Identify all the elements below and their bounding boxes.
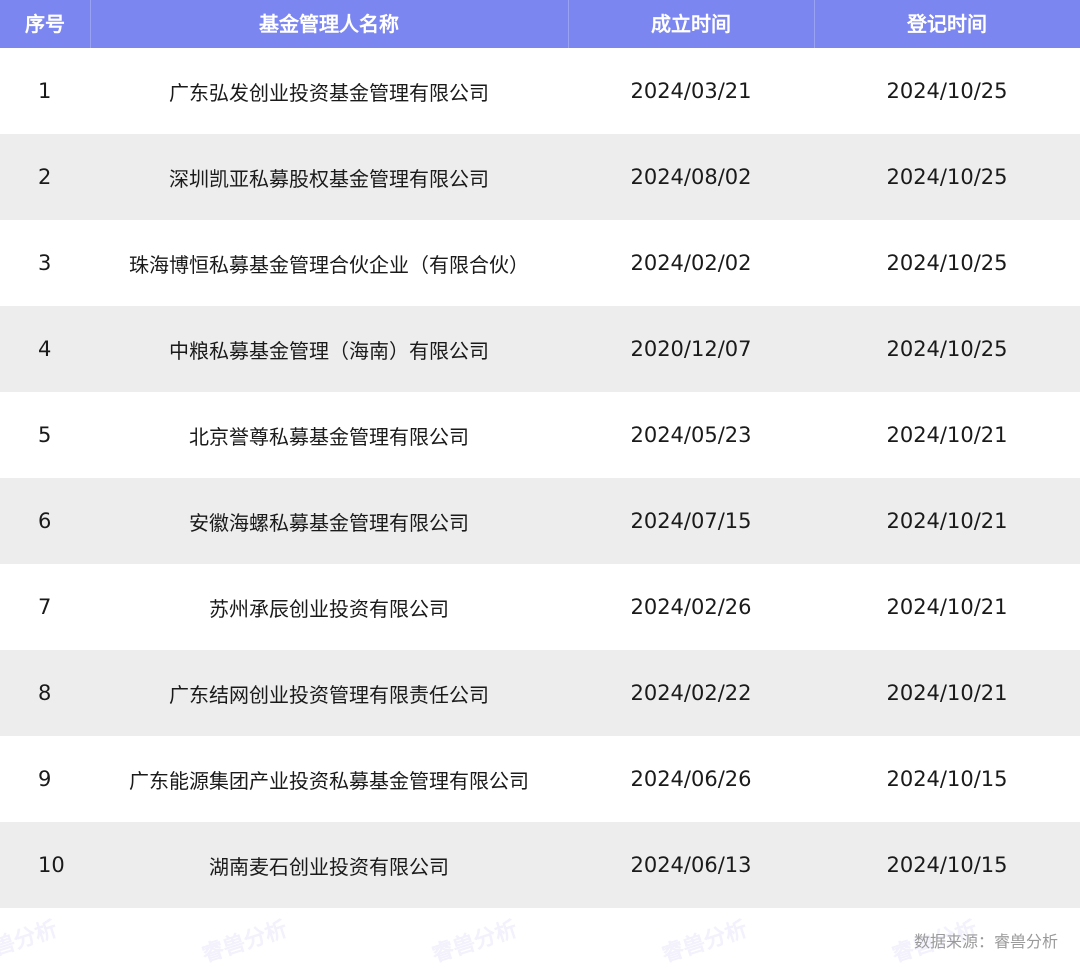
cell-manager-name: 深圳凯亚私募股权基金管理有限公司 [169,166,489,191]
table-row: 2 深圳凯亚私募股权基金管理有限公司 2024/08/02 2024/10/25 [0,134,1080,220]
cell-manager-name: 广东结网创业投资管理有限责任公司 [169,682,489,707]
header-registered-date: 登记时间 [814,0,1080,48]
cell-index: 8 [38,681,52,705]
table-row: 4 中粮私募基金管理（海南）有限公司 2020/12/07 2024/10/25 [0,306,1080,392]
data-source-note: 数据来源：睿兽分析 [913,932,1058,951]
cell-established-date: 2024/08/02 [630,165,752,189]
cell-manager-name: 广东弘发创业投资基金管理有限公司 [169,80,489,105]
table-row: 10 湖南麦石创业投资有限公司 2024/06/13 2024/10/15 [0,822,1080,908]
cell-index: 2 [38,165,52,189]
cell-manager-name: 安徽海螺私募基金管理有限公司 [189,510,469,535]
table-row: 8 广东结网创业投资管理有限责任公司 2024/02/22 2024/10/21 [0,650,1080,736]
cell-index: 10 [38,853,65,877]
cell-established-date: 2024/03/21 [630,79,752,103]
watermark-text: 睿兽分析 [0,916,61,968]
watermark-text: 睿兽分析 [659,916,751,968]
fund-manager-table: 序号 基金管理人名称 成立时间 登记时间 1 广东弘发创业投资基金管理有限公司 … [0,0,1080,908]
cell-established-date: 2024/06/13 [630,853,752,877]
cell-registered-date: 2024/10/25 [886,251,1008,275]
cell-manager-name: 中粮私募基金管理（海南）有限公司 [169,338,489,363]
table-row: 1 广东弘发创业投资基金管理有限公司 2024/03/21 2024/10/25 [0,48,1080,134]
cell-registered-date: 2024/10/21 [886,423,1008,447]
header-established-date: 成立时间 [568,0,814,48]
cell-index: 6 [38,509,52,533]
cell-established-date: 2024/06/26 [630,767,752,791]
header-index: 序号 [25,12,65,36]
cell-index: 1 [38,79,52,103]
cell-index: 4 [38,337,52,361]
cell-manager-name: 珠海博恒私募基金管理合伙企业（有限合伙） [129,252,529,277]
cell-registered-date: 2024/10/21 [886,595,1008,619]
cell-manager-name: 北京誉尊私募基金管理有限公司 [189,424,469,449]
cell-registered-date: 2024/10/25 [886,79,1008,103]
table-row: 7 苏州承辰创业投资有限公司 2024/02/26 2024/10/21 [0,564,1080,650]
cell-registered-date: 2024/10/15 [886,767,1008,791]
cell-established-date: 2024/07/15 [630,509,752,533]
watermark-text: 睿兽分析 [429,916,521,968]
table-row: 6 安徽海螺私募基金管理有限公司 2024/07/15 2024/10/21 [0,478,1080,564]
table-row: 5 北京誉尊私募基金管理有限公司 2024/05/23 2024/10/21 [0,392,1080,478]
cell-index: 3 [38,251,52,275]
cell-registered-date: 2024/10/21 [886,509,1008,533]
cell-established-date: 2024/05/23 [630,423,752,447]
cell-established-date: 2024/02/02 [630,251,752,275]
table-header: 序号 基金管理人名称 成立时间 登记时间 [0,0,1080,48]
table-row: 9 广东能源集团产业投资私募基金管理有限公司 2024/06/26 2024/1… [0,736,1080,822]
cell-registered-date: 2024/10/21 [886,681,1008,705]
cell-manager-name: 广东能源集团产业投资私募基金管理有限公司 [129,768,529,793]
cell-registered-date: 2024/10/25 [886,337,1008,361]
cell-index: 5 [38,423,52,447]
cell-established-date: 2020/12/07 [630,337,752,361]
cell-registered-date: 2024/10/15 [886,853,1008,877]
cell-established-date: 2024/02/26 [630,595,752,619]
cell-established-date: 2024/02/22 [630,681,752,705]
header-manager-name: 基金管理人名称 [90,0,568,48]
table-row: 3 珠海博恒私募基金管理合伙企业（有限合伙） 2024/02/02 2024/1… [0,220,1080,306]
cell-registered-date: 2024/10/25 [886,165,1008,189]
cell-index: 7 [38,595,52,619]
cell-manager-name: 苏州承辰创业投资有限公司 [209,596,449,621]
cell-manager-name: 湖南麦石创业投资有限公司 [209,854,449,879]
cell-index: 9 [38,767,52,791]
watermark-text: 睿兽分析 [199,916,291,968]
